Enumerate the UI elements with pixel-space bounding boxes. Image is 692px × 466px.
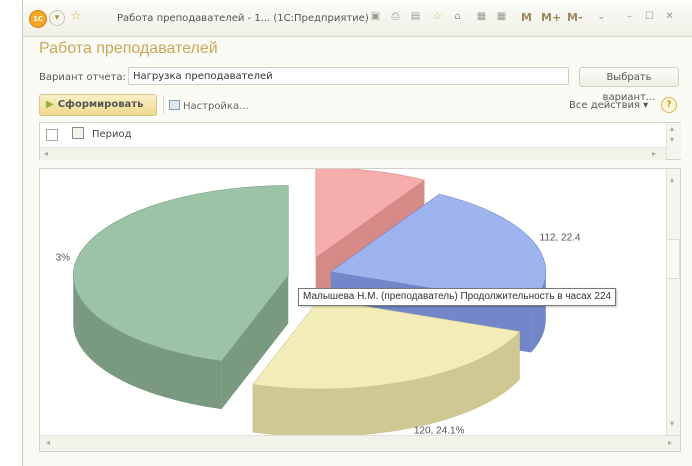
memory-m-button[interactable]: M xyxy=(521,11,532,24)
chart-scroll-thumb[interactable] xyxy=(666,239,680,279)
preview-icon[interactable]: ▤ xyxy=(409,11,422,23)
settings-button[interactable]: Настройка... xyxy=(169,100,249,112)
settings-hscrollbar[interactable]: ◂ ▸ xyxy=(40,147,666,160)
menu-dropdown-icon[interactable]: ⌄ xyxy=(595,11,608,23)
print-icon[interactable]: ⎙ xyxy=(389,11,402,23)
calculator-icon[interactable]: ▦ xyxy=(475,11,488,23)
settings-icon xyxy=(169,100,180,110)
pie-label-3: 3% xyxy=(56,252,71,263)
maximize-icon[interactable]: ☐ xyxy=(643,11,656,23)
toolbar-separator xyxy=(163,96,164,114)
title-bar: 1С ▾ ☆ Работа преподавателей - 1... (1С:… xyxy=(23,0,692,37)
scroll-right-icon[interactable]: ▸ xyxy=(652,149,656,158)
period-checkbox[interactable] xyxy=(46,129,58,141)
scroll-right-icon[interactable]: ▸ xyxy=(668,438,672,447)
link-icon[interactable]: ⌂ xyxy=(451,11,464,23)
chart-tooltip: Малышева Н.М. (преподаватель) Продолжите… xyxy=(298,288,617,306)
scroll-down-icon[interactable]: ▾ xyxy=(670,419,674,428)
pie-label-2: 120, 24.1% xyxy=(414,426,465,435)
settings-panel: Период ◂ ▸ ▴ ▾ xyxy=(39,122,681,160)
save-icon[interactable]: ▣ xyxy=(369,11,382,23)
scroll-up-icon[interactable]: ▴ xyxy=(670,124,674,133)
scroll-down-icon[interactable]: ▾ xyxy=(670,135,674,144)
minimize-icon[interactable]: – xyxy=(623,11,636,23)
play-icon: ▶ xyxy=(46,99,54,110)
all-actions-menu[interactable]: Все действия ▾ xyxy=(569,100,648,111)
scroll-up-icon[interactable]: ▴ xyxy=(670,175,674,184)
choose-variant-button[interactable]: Выбрать вариант... xyxy=(579,67,679,103)
chart-hscrollbar[interactable]: ◂ ▸ xyxy=(40,435,680,451)
scroll-left-icon[interactable]: ◂ xyxy=(46,438,50,447)
page-title: Работа преподавателей xyxy=(39,40,218,57)
memory-minus-button[interactable]: M- xyxy=(567,11,583,24)
settings-label: Настройка... xyxy=(183,101,249,112)
period-label: Период xyxy=(92,129,132,140)
memory-plus-button[interactable]: M+ xyxy=(541,11,561,24)
pie-label-1: 112, 22.4 xyxy=(540,232,581,243)
report-window: 1С ▾ ☆ Работа преподавателей - 1... (1С:… xyxy=(22,0,692,466)
variant-label: Вариант отчета: xyxy=(39,72,126,83)
help-icon[interactable]: ? xyxy=(661,97,677,113)
generate-label: Сформировать xyxy=(57,99,144,110)
chevron-down-icon[interactable]: ▾ xyxy=(49,10,65,26)
chart-panel: 42, 8.43%112, 22.4120, 24.1%3% ▴ ▾ ◂ ▸ М… xyxy=(39,168,681,452)
calendar-icon[interactable]: ▦ xyxy=(495,11,508,23)
calendar-icon xyxy=(72,127,84,139)
star-icon[interactable]: ☆ xyxy=(69,10,83,24)
pie-slice-3 xyxy=(72,185,289,410)
scroll-left-icon[interactable]: ◂ xyxy=(44,149,48,158)
favorite-icon[interactable]: ☆ xyxy=(431,11,444,23)
generate-button[interactable]: ▶ Сформировать xyxy=(39,94,157,116)
settings-vscrollbar[interactable]: ▴ ▾ xyxy=(666,123,681,159)
app-logo-icon[interactable]: 1С xyxy=(29,10,47,28)
close-icon[interactable]: ✕ xyxy=(663,11,676,23)
variant-field[interactable]: Нагрузка преподавателей xyxy=(128,67,569,85)
window-title: Работа преподавателей - 1... (1С:Предпри… xyxy=(117,13,369,24)
chart-vscrollbar[interactable]: ▴ ▾ xyxy=(666,169,680,435)
